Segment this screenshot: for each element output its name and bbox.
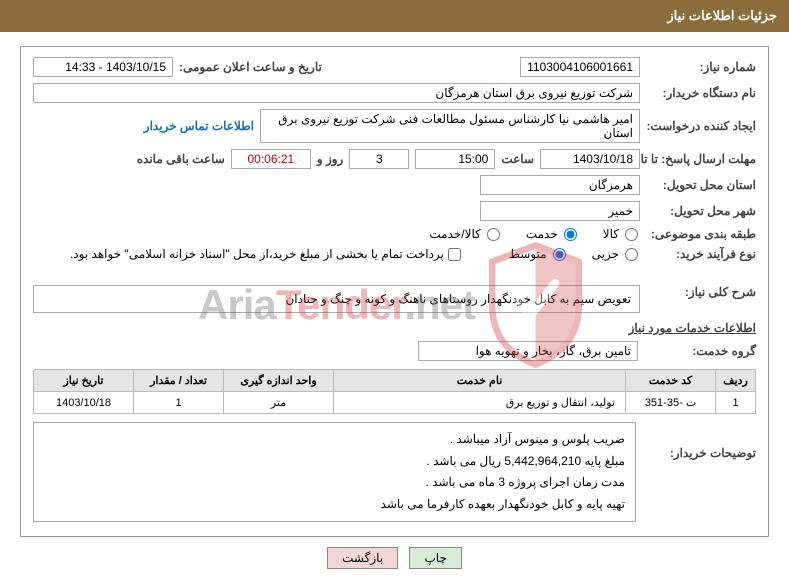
need-no-value: 1103004106001661 (520, 57, 640, 77)
radio-service-input[interactable] (564, 228, 577, 241)
buyer-notes-label: توضیحات خریدار: (646, 446, 756, 460)
radio-medium-input[interactable] (553, 248, 566, 261)
radio-both-input[interactable] (487, 228, 500, 241)
category-label: طبقه بندی موضوعی: (646, 227, 756, 241)
creator-label: ایجاد کننده درخواست: (646, 119, 756, 133)
cell-qty: 1 (134, 392, 224, 414)
th-idx: ردیف (716, 370, 756, 392)
cell-date: 1403/10/18 (34, 392, 134, 414)
buyer-notes-box: ضریب پلوس و مینوس آزاد میباشد . مبلغ پای… (33, 422, 636, 522)
radio-both[interactable]: کالا/خدمت (429, 227, 501, 241)
action-buttons: چاپ بازگشت (0, 547, 789, 569)
radio-minor[interactable]: جزیی (592, 247, 640, 261)
buyer-label: نام دستگاه خریدار: (646, 86, 756, 100)
days-remaining: 3 (349, 149, 409, 169)
buyer-contact-link[interactable]: اطلاعات تماس خریدار (144, 119, 254, 133)
city-value: خمیر (480, 201, 640, 221)
deadline-label: مهلت ارسال پاسخ: تا تاریخ: (646, 152, 756, 166)
cell-code: ت -35-351 (626, 392, 716, 414)
radio-medium-label: متوسط (509, 247, 547, 261)
process-label: نوع فرآیند خرید: (646, 247, 756, 261)
deadline-time: 15:00 (415, 149, 495, 169)
deadline-date: 1403/10/18 (540, 149, 640, 169)
city-label: شهر محل تحویل: (646, 204, 756, 218)
cell-name: تولید، انتقال و توزیع برق (334, 392, 626, 414)
radio-goods[interactable]: کالا (603, 227, 640, 241)
service-group-label: گروه خدمت: (646, 344, 756, 358)
radio-service-label: خدمت (526, 227, 558, 241)
radio-goods-label: کالا (603, 227, 619, 241)
service-group-value: تامین برق، گاز، بخار و تهویه هوا (418, 341, 638, 361)
remain-text: ساعت باقی مانده (137, 152, 225, 166)
buyer-value: شرکت توزیع نیروی برق استان هرمزگان (33, 83, 640, 103)
need-no-label: شماره نیاز: (646, 60, 756, 74)
page-header: جزئیات اطلاعات نیاز (0, 0, 789, 32)
radio-service[interactable]: خدمت (526, 227, 579, 241)
buyer-note-line: ضریب پلوس و مینوس آزاد میباشد . (44, 429, 625, 451)
treasury-note: پرداخت تمام یا بخشی از مبلغ خرید،از محل … (70, 247, 444, 261)
buyer-note-line: مبلغ پایه 5,442,964,210 ریال می باشد . (44, 451, 625, 473)
buyer-note-line: تهیه پایه و کابل خودنگهدار بعهده کارفرما… (44, 494, 625, 516)
days-text: روز و (317, 152, 344, 166)
table-header-row: ردیف کد خدمت نام خدمت واحد اندازه گیری ت… (34, 370, 756, 392)
need-summary-box: تعویض سیم به کابل خودنگهدار روستاهای ناه… (33, 285, 640, 313)
buyer-note-line: مدت زمان اجرای پروژه 3 ماه می باشد . (44, 472, 625, 494)
cell-unit: متر (224, 392, 334, 414)
th-code: کد خدمت (626, 370, 716, 392)
radio-both-label: کالا/خدمت (429, 227, 480, 241)
treasury-check-group[interactable]: پرداخت تمام یا بخشی از مبلغ خرید،از محل … (70, 247, 465, 261)
services-section-title: اطلاعات خدمات مورد نیاز (33, 321, 756, 335)
radio-medium[interactable]: متوسط (509, 247, 568, 261)
th-name: نام خدمت (334, 370, 626, 392)
th-qty: تعداد / مقدار (134, 370, 224, 392)
page-title: جزئیات اطلاعات نیاز (667, 8, 777, 23)
radio-goods-input[interactable] (625, 228, 638, 241)
announce-value: 1403/10/15 - 14:33 (33, 57, 173, 77)
province-label: استان محل تحویل: (646, 178, 756, 192)
cell-idx: 1 (716, 392, 756, 414)
back-button[interactable]: بازگشت (327, 547, 398, 569)
treasury-checkbox[interactable] (448, 248, 461, 261)
creator-value: امیر هاشمی نیا کارشناس مسئول مطالعات فنی… (260, 109, 640, 143)
th-date: تاریخ نیاز (34, 370, 134, 392)
need-summary-text: تعویض سیم به کابل خودنگهدار روستاهای ناه… (285, 292, 631, 306)
th-unit: واحد اندازه گیری (224, 370, 334, 392)
services-table: ردیف کد خدمت نام خدمت واحد اندازه گیری ت… (33, 369, 756, 414)
countdown-timer: 00:06:21 (231, 149, 311, 169)
radio-minor-label: جزیی (592, 247, 619, 261)
need-summary-label: شرح کلی نیاز: (646, 285, 756, 299)
announce-label: تاریخ و ساعت اعلان عمومی: (179, 60, 322, 74)
province-value: هرمزگان (480, 175, 640, 195)
table-row: 1 ت -35-351 تولید، انتقال و توزیع برق مت… (34, 392, 756, 414)
radio-minor-input[interactable] (625, 248, 638, 261)
print-button[interactable]: چاپ (409, 547, 461, 569)
details-panel: شماره نیاز: 1103004106001661 تاریخ و ساع… (20, 46, 769, 537)
time-label: ساعت (501, 152, 534, 166)
